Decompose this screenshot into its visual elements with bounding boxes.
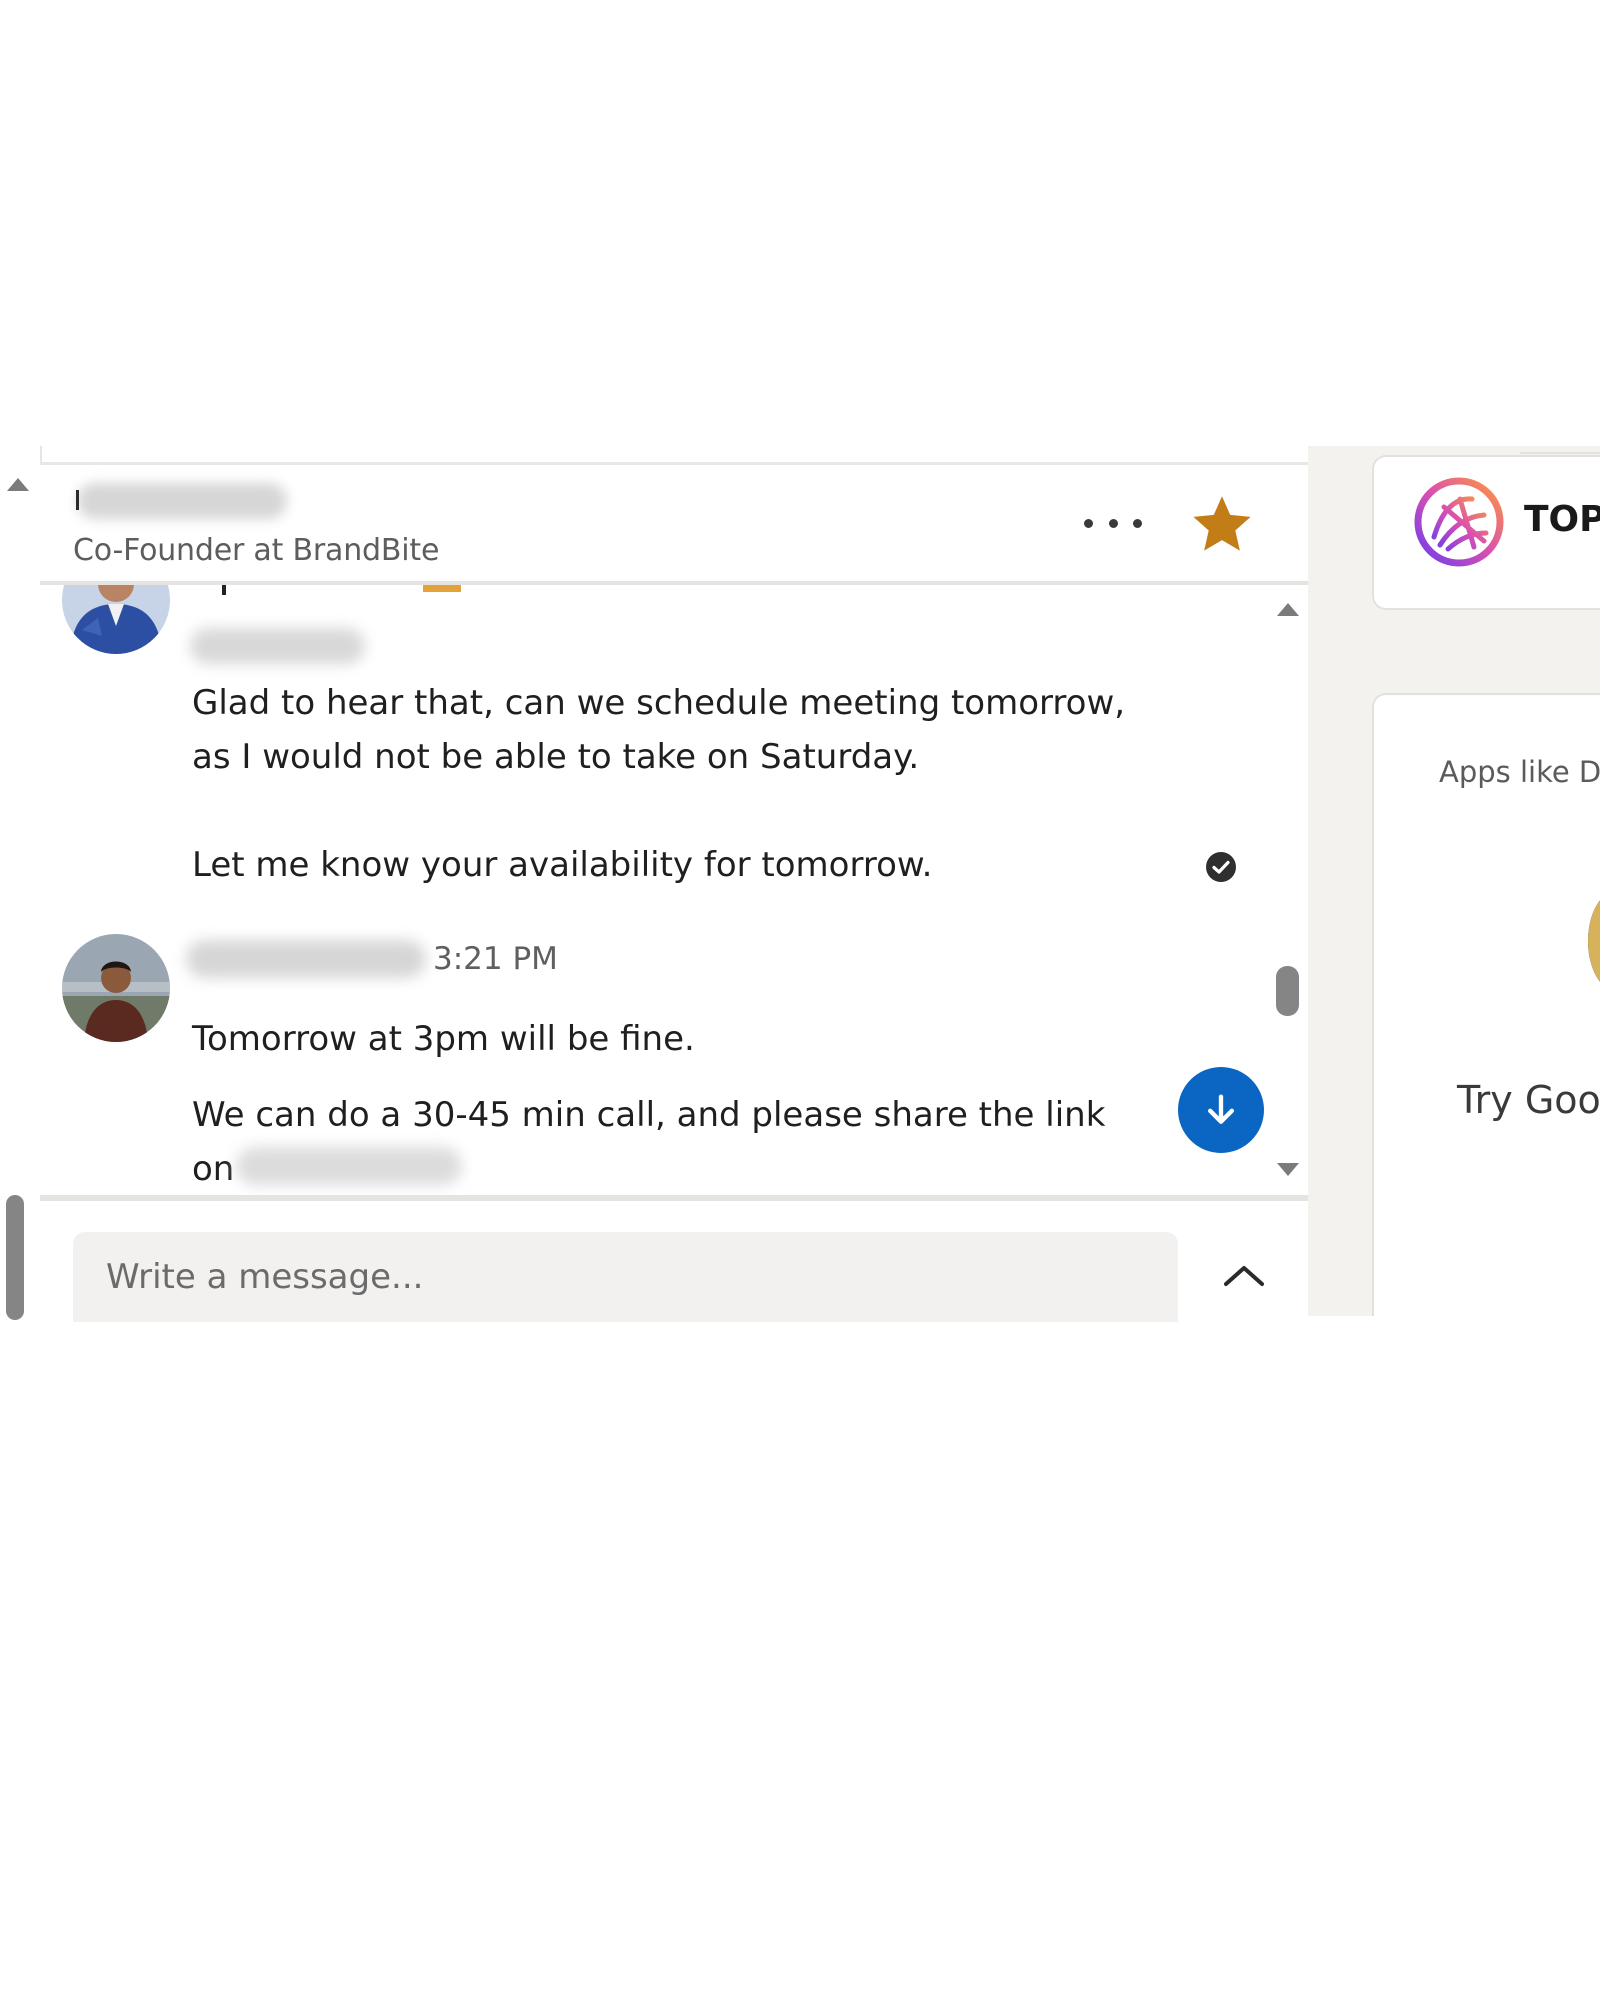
more-dot (1133, 518, 1142, 528)
scrollbar-thumb[interactable] (6, 1195, 24, 1320)
scroll-up-arrow-icon[interactable] (1277, 603, 1299, 616)
divider (1520, 452, 1600, 454)
sender-name-redacted[interactable] (186, 940, 426, 978)
message-list-scrollbar[interactable] (1268, 585, 1308, 1195)
ad-headline: Apps like D (1439, 755, 1600, 789)
avatar[interactable] (62, 934, 170, 1042)
expand-composer-button[interactable] (1222, 1262, 1266, 1288)
promo-title[interactable]: TOPI (1524, 499, 1600, 540)
layout-gutter (1308, 446, 1372, 1316)
link-redacted (236, 1147, 462, 1185)
message-line: on (192, 1149, 235, 1189)
read-check-icon (1205, 851, 1237, 883)
message-line: as I would not be able to take on Saturd… (192, 737, 920, 777)
promo-logo-icon (1414, 477, 1504, 567)
conversation-list-scrollbar[interactable] (0, 446, 42, 1316)
star-filled-icon (1193, 496, 1251, 551)
ad-cta-text[interactable]: Try Goog (1457, 1078, 1600, 1122)
jump-to-latest-button[interactable] (1178, 1067, 1264, 1153)
sender-name-redacted[interactable] (190, 628, 365, 664)
scrollbar-thumb[interactable] (1276, 966, 1299, 1016)
message-line: Glad to hear that, can we schedule meeti… (192, 683, 1126, 723)
scroll-down-arrow-icon[interactable] (1277, 1163, 1299, 1176)
premium-badge (423, 585, 461, 592)
redaction-fragment (222, 585, 226, 595)
contact-name-redacted[interactable] (77, 483, 287, 519)
star-conversation-button[interactable] (1188, 490, 1256, 558)
scroll-up-arrow-icon[interactable] (7, 478, 29, 491)
profile-photo (62, 934, 170, 1042)
more-dot (1108, 518, 1118, 528)
promo-logo-graphic (1414, 477, 1504, 567)
more-horizontal-icon (1084, 518, 1093, 528)
arrow-down-icon (1208, 1094, 1234, 1124)
message-line: Let me know your availability for tomorr… (192, 845, 933, 885)
message-input[interactable] (73, 1232, 1178, 1322)
message-line: We can do a 30-45 min call, and please s… (192, 1095, 1106, 1135)
redaction-fragment (76, 490, 79, 510)
read-check-glyph (1206, 852, 1236, 882)
contact-headline: Co-Founder at BrandBite (73, 533, 440, 568)
message-timestamp: 3:21 PM (433, 941, 558, 977)
chevron-up-icon (1224, 1266, 1264, 1286)
more-options-button[interactable] (1082, 505, 1144, 541)
message-line: Tomorrow at 3pm will be fine. (192, 1019, 695, 1059)
